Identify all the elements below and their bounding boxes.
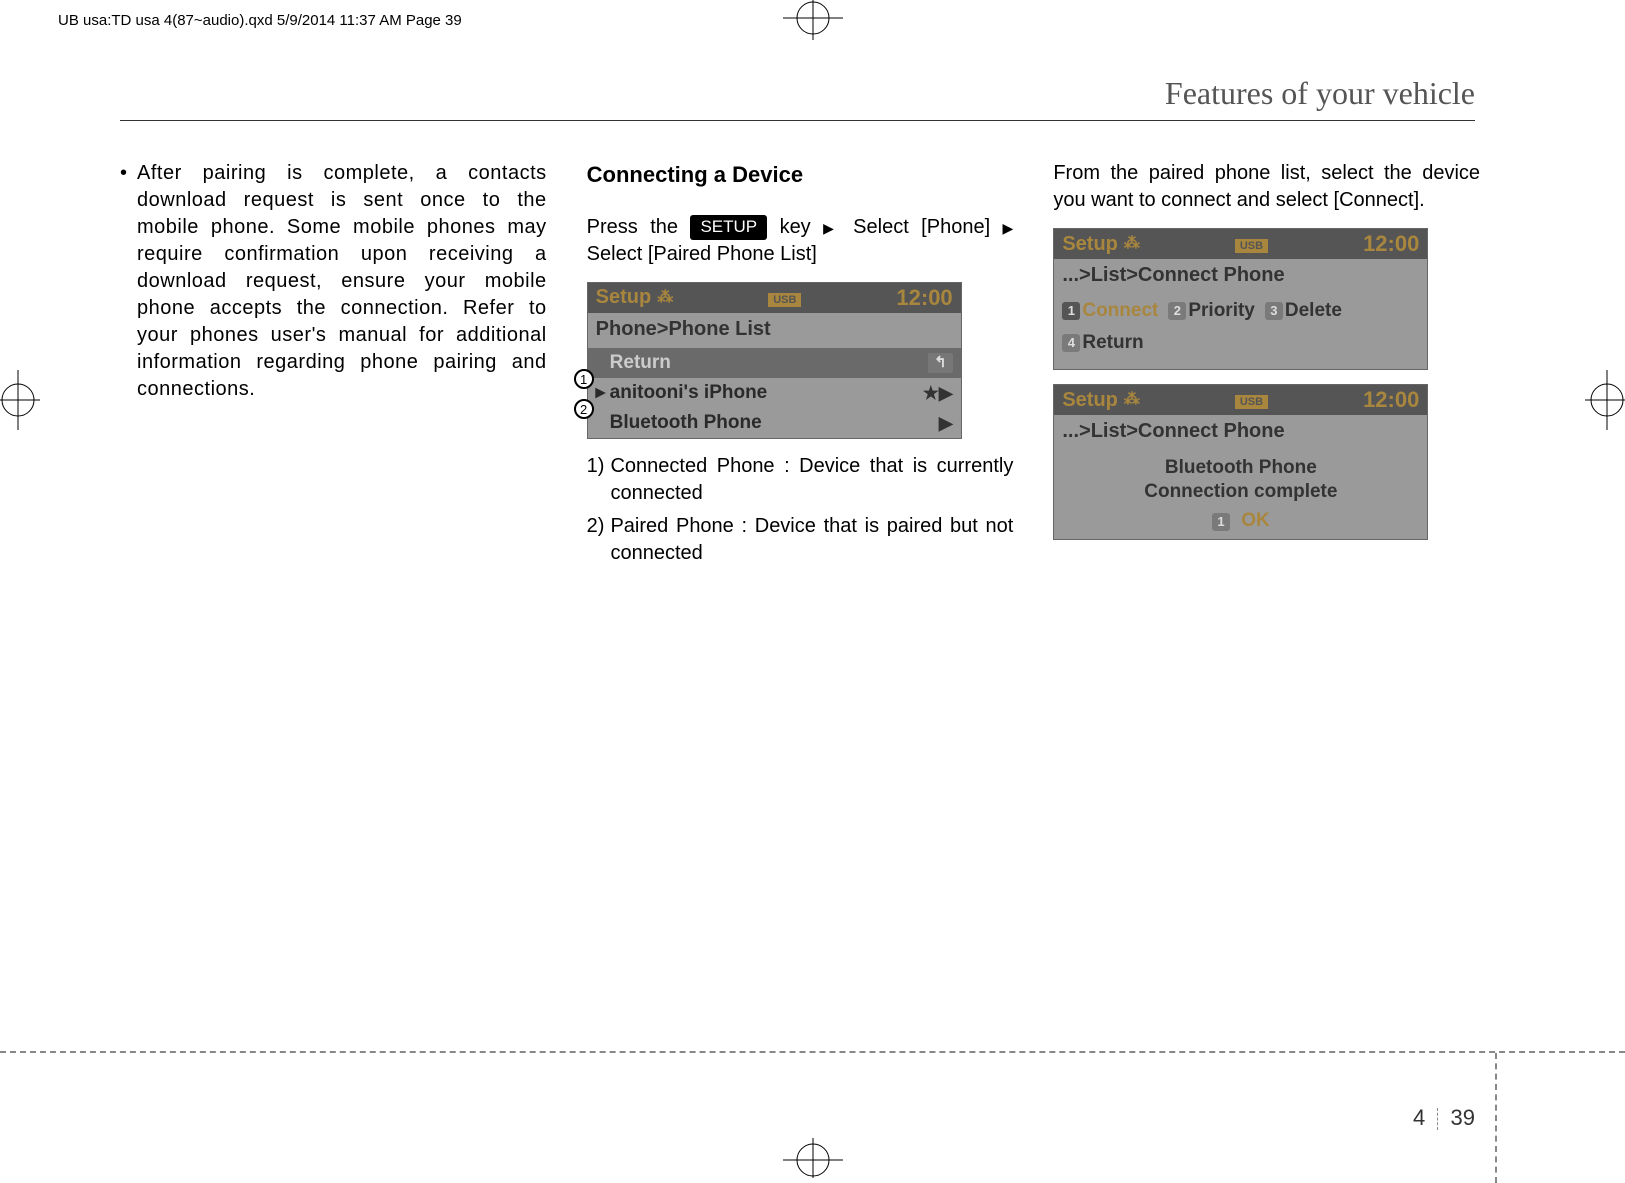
- numbered-list: 1) Connected Phone : Device that is curr…: [587, 453, 1014, 567]
- ok-label: OK: [1241, 510, 1270, 531]
- list-text: Connected Phone : Device that is current…: [610, 453, 1013, 507]
- instruction-line: Press the SETUP key ▶ Select [Phone] ▶ S…: [587, 214, 1014, 268]
- page-number: 4 39: [1413, 1105, 1475, 1131]
- screen-connect-options: Setup ⁂ USB 12:00 ...>List>Connect Phone…: [1053, 228, 1428, 370]
- option-number: 1: [1062, 302, 1080, 320]
- phone-row-paired: Bluetooth Phone ▶: [588, 408, 961, 438]
- page-number-value: 39: [1451, 1105, 1475, 1130]
- text: Press the: [587, 216, 678, 238]
- option-label: Priority: [1188, 300, 1255, 321]
- phone-name: anitooni's iPhone: [610, 380, 923, 406]
- section-title: Features of your vehicle: [1165, 75, 1475, 112]
- print-header: UB usa:TD usa 4(87~audio).qxd 5/9/2014 1…: [58, 12, 462, 29]
- bluetooth-icon: ⁂: [1124, 389, 1140, 411]
- star-icon: ★: [923, 381, 939, 405]
- crop-mark-left: [0, 370, 40, 435]
- usb-badge: USB: [768, 293, 801, 307]
- option-number: 1: [1212, 513, 1230, 531]
- phone-name: Bluetooth Phone: [610, 410, 939, 436]
- annotation-1: 1: [574, 369, 594, 389]
- crop-mark-bottom: [783, 1138, 843, 1183]
- status-message: Bluetooth Phone Connection complete: [1054, 450, 1427, 508]
- right-triangle-icon: ▶: [1003, 220, 1014, 236]
- option-label: Connect: [1082, 300, 1158, 321]
- list-number: 1): [587, 453, 605, 507]
- list-text: Paired Phone : Device that is paired but…: [610, 513, 1013, 567]
- fold-line-horizontal: [0, 1051, 1625, 1053]
- usb-badge: USB: [1235, 239, 1268, 253]
- crop-mark-right: [1585, 370, 1625, 435]
- clock: 12:00: [1363, 385, 1419, 415]
- text: key: [780, 216, 811, 238]
- bullet-marker: •: [120, 160, 127, 403]
- option-delete: 3Delete: [1265, 298, 1342, 324]
- bullet-text: After pairing is complete, a contacts do…: [137, 160, 547, 403]
- screen-title: Setup: [1062, 231, 1118, 258]
- heading-connecting-device: Connecting a Device: [587, 160, 1014, 190]
- option-number: 4: [1062, 334, 1080, 352]
- screen-topbar: Setup ⁂ USB 12:00: [588, 283, 961, 313]
- column-1: • After pairing is complete, a contacts …: [120, 160, 547, 573]
- options-grid: 1Connect 2Priority 3Delete 4Return: [1054, 294, 1427, 369]
- list-number: 2): [587, 513, 605, 567]
- option-label: Return: [1082, 332, 1143, 353]
- crop-mark-top: [783, 0, 843, 45]
- clock: 12:00: [1363, 229, 1419, 259]
- return-label: Return: [596, 350, 928, 376]
- chevron-right-icon: ▶: [939, 381, 953, 405]
- breadcrumb: ...>List>Connect Phone: [1054, 415, 1427, 450]
- screen-title: Setup: [596, 284, 652, 311]
- setup-key-badge: SETUP: [690, 215, 767, 240]
- message-line-1: Bluetooth Phone: [1054, 456, 1427, 480]
- intro-text: From the paired phone list, select the d…: [1053, 160, 1480, 214]
- fold-line-vertical: [1495, 1053, 1497, 1183]
- list-item: 2) Paired Phone : Device that is paired …: [587, 513, 1014, 567]
- chevron-right-icon: ▶: [939, 411, 953, 435]
- bluetooth-icon: ⁂: [657, 287, 673, 309]
- screen-title: Setup: [1062, 387, 1118, 414]
- ok-row: 1 OK: [1054, 508, 1427, 540]
- option-connect: 1Connect: [1062, 298, 1158, 324]
- column-2: Connecting a Device Press the SETUP key …: [587, 160, 1014, 573]
- bluetooth-icon: ⁂: [1124, 233, 1140, 255]
- page-separator: [1437, 1108, 1438, 1130]
- chapter-number: 4: [1413, 1105, 1425, 1130]
- screen-phone-list: Setup ⁂ USB 12:00 Phone>Phone List Retur…: [587, 282, 962, 439]
- option-label: Delete: [1285, 300, 1342, 321]
- title-rule: [120, 120, 1475, 121]
- screen-topbar: Setup ⁂ USB 12:00: [1054, 385, 1427, 415]
- return-icon: ↰: [928, 353, 953, 373]
- message-line-2: Connection complete: [1054, 480, 1427, 504]
- bullet-item: • After pairing is complete, a contacts …: [120, 160, 547, 403]
- option-priority: 2Priority: [1168, 298, 1255, 324]
- right-triangle-icon: ▶: [823, 220, 841, 236]
- list-item: 1) Connected Phone : Device that is curr…: [587, 453, 1014, 507]
- text: Select [Paired Phone List]: [587, 243, 817, 265]
- return-row: Return ↰: [588, 348, 961, 378]
- annotation-2: 2: [574, 399, 594, 419]
- screen-topbar: Setup ⁂ USB 12:00: [1054, 229, 1427, 259]
- option-return: 4Return: [1062, 330, 1143, 356]
- breadcrumb: Phone>Phone List: [588, 313, 961, 348]
- text: Select [Phone]: [853, 216, 990, 238]
- option-number: 3: [1265, 302, 1283, 320]
- breadcrumb: ...>List>Connect Phone: [1054, 259, 1427, 294]
- play-indicator-icon: ▸: [596, 380, 610, 406]
- screen-connection-complete: Setup ⁂ USB 12:00 ...>List>Connect Phone…: [1053, 384, 1428, 540]
- content-columns: • After pairing is complete, a contacts …: [120, 160, 1480, 573]
- column-3: From the paired phone list, select the d…: [1053, 160, 1480, 573]
- option-number: 2: [1168, 302, 1186, 320]
- usb-badge: USB: [1235, 395, 1268, 409]
- phone-row-connected: ▸ anitooni's iPhone ★ ▶: [588, 378, 961, 408]
- clock: 12:00: [896, 283, 952, 313]
